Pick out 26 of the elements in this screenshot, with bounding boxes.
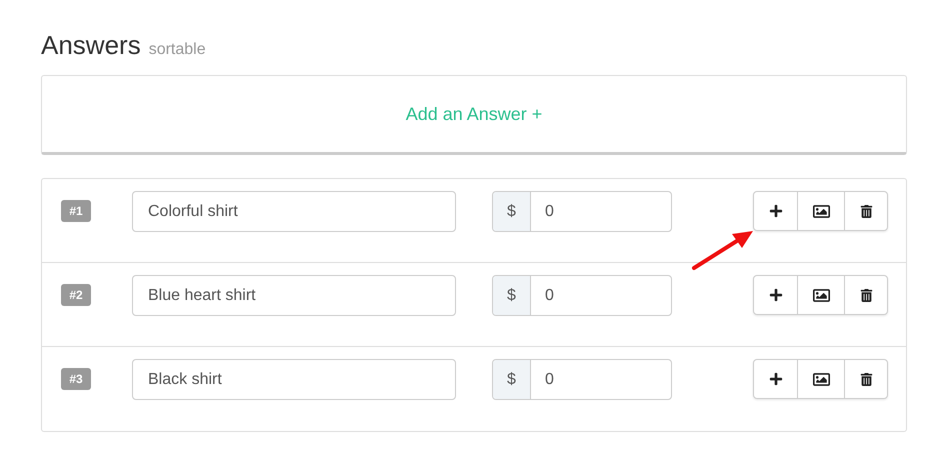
image-icon [812, 202, 830, 220]
image-icon [812, 286, 830, 304]
answer-name-field[interactable]: Blue heart shirt [132, 275, 456, 316]
plus-icon [768, 372, 782, 386]
price-field[interactable]: $ 0 [492, 359, 672, 400]
trash-icon [860, 372, 872, 386]
price-field[interactable]: $ 0 [492, 191, 672, 232]
trash-icon [860, 204, 872, 218]
price-input[interactable]: 0 [531, 360, 671, 399]
answer-number-badge: #1 [61, 200, 91, 222]
plus-icon [768, 204, 782, 218]
currency-addon: $ [493, 360, 531, 399]
trash-icon [860, 288, 872, 302]
answer-name-field[interactable]: Black shirt [132, 359, 456, 400]
currency-addon: $ [493, 276, 531, 315]
plus-icon [768, 288, 782, 302]
section-title: Answers [41, 29, 141, 62]
answer-name-field[interactable]: Colorful shirt [132, 191, 456, 232]
answer-number-badge: #2 [61, 284, 91, 306]
answer-number-badge: #3 [61, 368, 91, 390]
price-input[interactable]: 0 [531, 276, 671, 315]
price-input[interactable]: 0 [531, 192, 671, 231]
currency-addon: $ [493, 192, 531, 231]
image-icon [812, 370, 830, 388]
price-field[interactable]: $ 0 [492, 275, 672, 316]
section-subtitle: sortable [148, 40, 206, 60]
